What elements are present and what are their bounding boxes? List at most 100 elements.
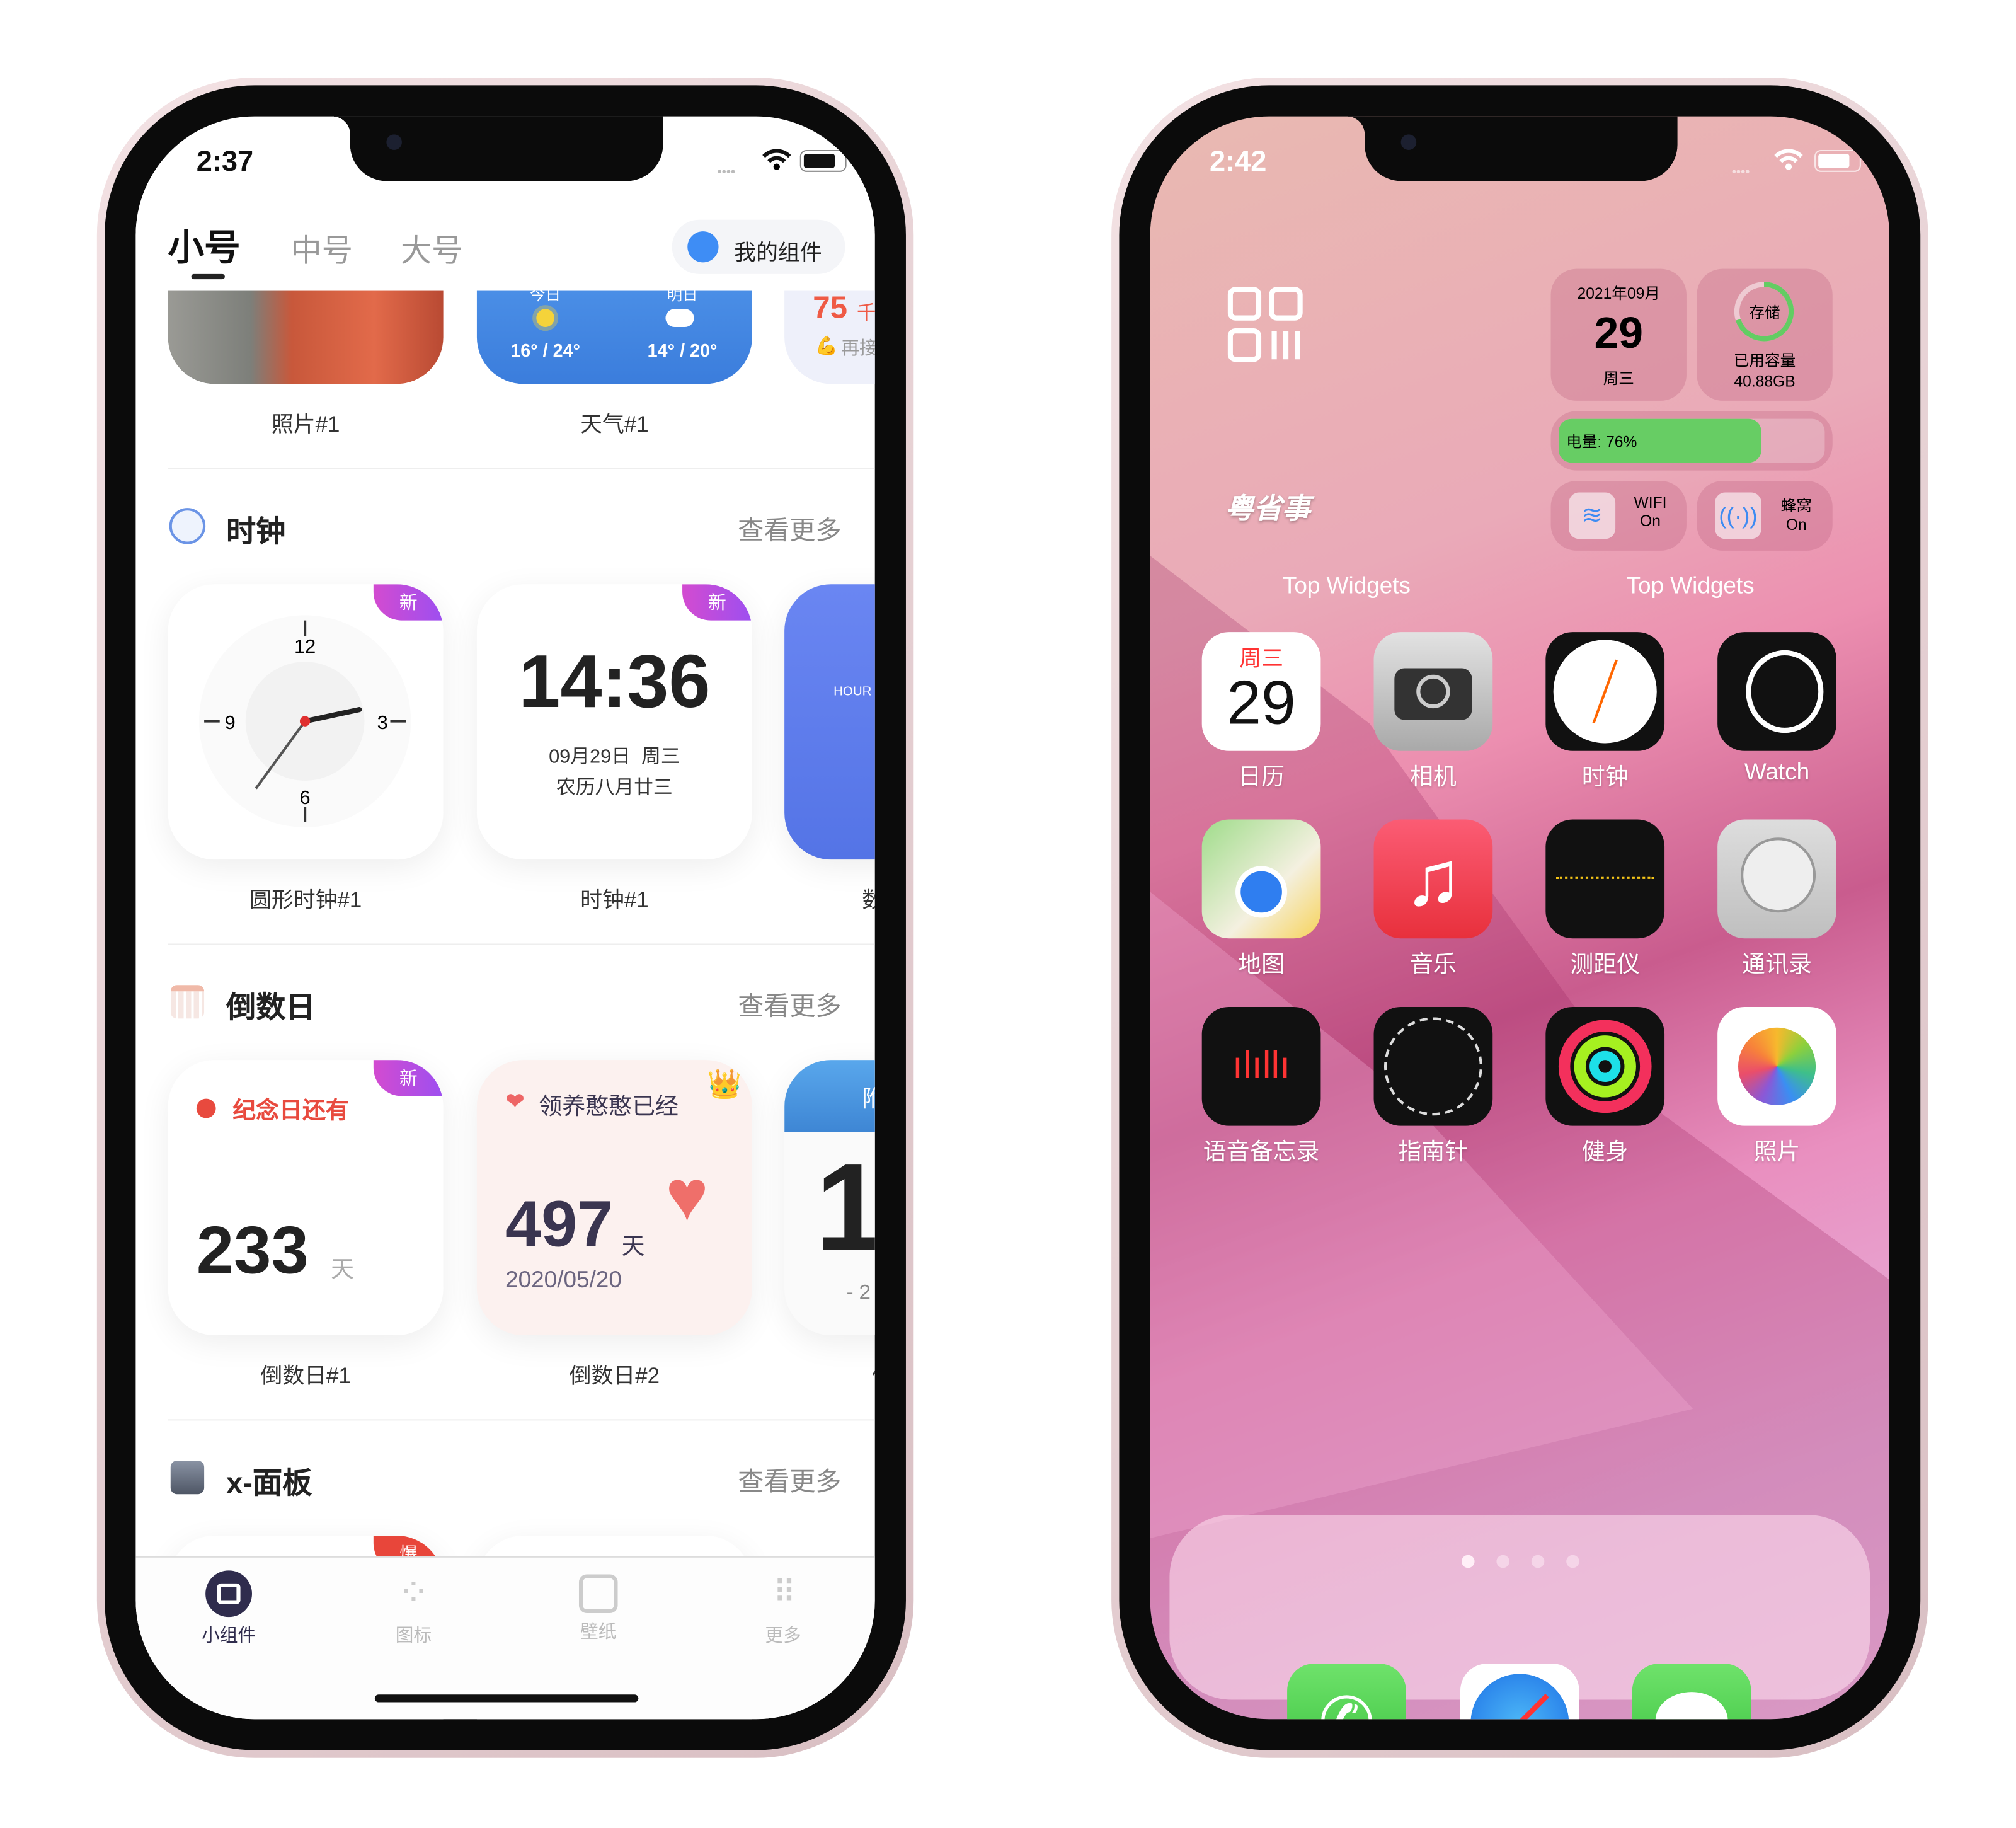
weekday: 周三: [1603, 369, 1634, 388]
qr-code-icon: [1227, 287, 1303, 362]
tab-medium[interactable]: 中号: [291, 225, 353, 270]
battery-text: 电量: 76%: [1566, 433, 1637, 451]
app-label: 照片: [1753, 1139, 1801, 1165]
app-maps[interactable]: 地图: [1197, 819, 1326, 980]
app-label: 健身: [1581, 1139, 1629, 1165]
battery-icon: [799, 149, 847, 172]
countdown-label-1: 倒数日#1: [260, 1364, 351, 1389]
analog-clock-face: 12 3 6 9: [198, 615, 411, 827]
divider: [168, 1419, 875, 1421]
tab-more[interactable]: ⠿ 更多: [725, 1570, 842, 1648]
battery-widget[interactable]: 电量: 76%: [1550, 411, 1833, 471]
storage-widget[interactable]: 存储 已用容量 40.88GB: [1697, 268, 1833, 401]
cellular-label: 蜂窝 On: [1780, 496, 1812, 534]
countdown-title: 纪念日还有: [232, 1097, 349, 1124]
wifi-icon: [762, 149, 791, 170]
tab-small[interactable]: 小号: [168, 220, 241, 272]
tab-icons[interactable]: ⁘ 图标: [355, 1570, 472, 1648]
card-steps[interactable]: 75 千 💪 再接: [784, 290, 875, 384]
widgets-icon: [205, 1570, 253, 1618]
tab-wallpaper[interactable]: 壁纸: [540, 1570, 656, 1644]
flex-icon: 💪: [815, 335, 839, 356]
app-label: 指南针: [1398, 1139, 1469, 1165]
app-calendar[interactable]: 周三 29 日历: [1197, 632, 1326, 792]
compass-icon: [1373, 1006, 1493, 1126]
clock-number-3: 3: [377, 711, 388, 733]
music-icon: ♫: [1373, 819, 1493, 939]
maps-icon: [1201, 819, 1321, 939]
digital-time: 14:36: [518, 640, 711, 724]
calendar-day: 29: [1227, 669, 1296, 739]
clock-number-6: 6: [300, 786, 311, 808]
app-label: Watch: [1744, 759, 1810, 785]
widget-caption: Top Widgets: [1282, 572, 1411, 599]
user-icon: [687, 231, 719, 263]
tab-large[interactable]: 大号: [401, 225, 462, 270]
date-widget[interactable]: 2021年09月 29 周三: [1550, 268, 1687, 401]
app-label: 时钟: [1581, 764, 1629, 790]
measure-icon: [1545, 819, 1665, 939]
safari-icon[interactable]: [1460, 1664, 1579, 1720]
countdown-card-2[interactable]: 👑 ❤ 领养憨憨已经 497 天 2020/05/20 ♥: [476, 1060, 752, 1335]
my-widgets-label: 我的组件: [734, 240, 822, 265]
xpanel-more-link[interactable]: 查看更多: [738, 1461, 841, 1498]
app-clock[interactable]: 时钟: [1540, 632, 1670, 792]
header: 小号 中号 大号 我的组件: [135, 181, 875, 291]
tomorrow-temp: 14° / 20°: [647, 340, 718, 361]
tab-widgets[interactable]: 小组件: [171, 1570, 287, 1648]
wifi-icon: [1774, 149, 1803, 170]
left-screen: 2:37 •••• 今日 明日 16° / 24° 14° / 20° 75 千…: [135, 116, 875, 1720]
countdown-label-2: 倒数日#2: [569, 1364, 660, 1389]
photo-label: 照片#1: [271, 412, 340, 437]
app-label: 日历: [1238, 764, 1285, 790]
steps-unit: 千: [857, 302, 875, 325]
cellular-toggle-widget[interactable]: ((·)) 蜂窝 On: [1697, 481, 1833, 551]
card-photo[interactable]: [168, 290, 444, 384]
countdown-card-3[interactable]: 附 1 - 2: [784, 1060, 875, 1335]
signal-icon: ••••: [1731, 165, 1750, 180]
digit-clock-card[interactable]: HOUR: [784, 584, 875, 860]
today-temp: 16° / 24°: [510, 340, 581, 361]
phone-icon[interactable]: ✆: [1287, 1664, 1406, 1720]
home-indicator[interactable]: [374, 1694, 639, 1703]
app-compass[interactable]: 指南针: [1368, 1006, 1498, 1167]
left-phone: 2:37 •••• 今日 明日 16° / 24° 14° / 20° 75 千…: [96, 78, 914, 1758]
app-label: 地图: [1238, 951, 1285, 977]
calendar-icon: 周三 29: [1201, 632, 1321, 751]
new-badge: 新: [373, 1060, 444, 1096]
divider: [168, 468, 875, 469]
divider: [168, 943, 875, 945]
messages-icon[interactable]: [1632, 1664, 1751, 1720]
clock-more-link[interactable]: 查看更多: [738, 509, 841, 546]
app-photos[interactable]: 照片: [1712, 1006, 1841, 1167]
steps-text: 再接: [841, 337, 875, 359]
countdown-card-1[interactable]: 新 纪念日还有 233 天: [168, 1060, 444, 1335]
countdown-days: 497: [505, 1188, 614, 1261]
app-voice-memos[interactable]: ılıllı 语音备忘录: [1197, 1006, 1326, 1167]
digital-clock-card[interactable]: 新 14:36 09月29日 周三 农历八月廿三: [476, 584, 752, 860]
card-weather[interactable]: 今日 明日 16° / 24° 14° / 20°: [476, 285, 752, 384]
watch-icon: [1717, 632, 1836, 751]
year-month: 2021年09月: [1577, 284, 1660, 303]
app-contacts[interactable]: 通讯录: [1712, 819, 1841, 980]
app-label: 测距仪: [1570, 951, 1641, 977]
app-measure[interactable]: 测距仪: [1540, 819, 1670, 980]
my-widgets-button[interactable]: 我的组件: [672, 219, 845, 274]
countdown-more-link[interactable]: 查看更多: [738, 985, 841, 1022]
countdown-unit: 天: [331, 1256, 355, 1282]
app-camera[interactable]: 相机: [1368, 632, 1498, 792]
round-clock-card[interactable]: 新 12 3 6 9: [168, 584, 444, 860]
app-label: 语音备忘录: [1203, 1139, 1320, 1165]
status-time: 2:42: [1210, 144, 1267, 178]
yueshengshi-widget[interactable]: 粤省事: [1225, 486, 1310, 527]
app-fitness[interactable]: 健身: [1540, 1006, 1670, 1167]
card-header: 附: [784, 1060, 875, 1132]
clock-icon: [196, 1098, 216, 1118]
sliders-section-icon: [170, 1460, 205, 1495]
app-music[interactable]: ♫ 音乐: [1368, 819, 1498, 980]
wifi-icon: ≋: [1569, 492, 1616, 539]
app-watch[interactable]: Watch: [1712, 632, 1841, 786]
wifi-toggle-widget[interactable]: ≋ WIFI On: [1550, 481, 1687, 551]
section-title-xpanel: x-面板: [226, 1466, 312, 1500]
countdown-days: 1: [815, 1137, 874, 1280]
